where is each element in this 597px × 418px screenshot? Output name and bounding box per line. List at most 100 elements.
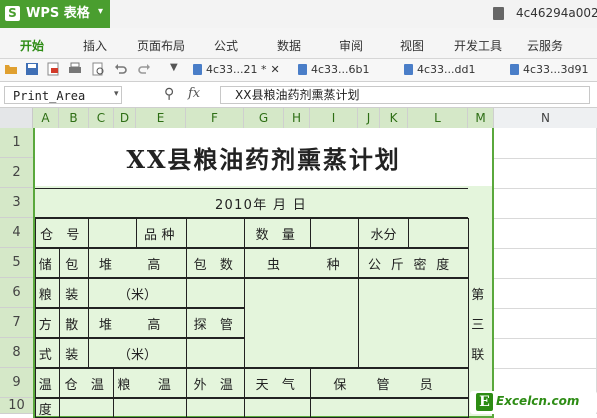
column-header[interactable]: D <box>114 108 136 128</box>
tab-doc-3[interactable]: 4c33...dd1 <box>404 61 476 78</box>
unit-meter-label[interactable]: （米） <box>88 338 187 368</box>
warehouse-no-label[interactable]: 仓 号 <box>35 218 89 248</box>
gridline <box>494 158 597 159</box>
open-folder-icon[interactable] <box>4 62 18 76</box>
menu-page-layout[interactable]: 页面布局 <box>137 37 185 54</box>
cell[interactable] <box>244 398 311 418</box>
probe-label[interactable]: 探 管 <box>186 308 245 338</box>
menu-data[interactable]: 数据 <box>277 37 301 54</box>
warehouse-temp-label[interactable]: 仓 温 <box>59 368 114 398</box>
row-header[interactable]: 6 <box>0 278 33 308</box>
select-all-corner[interactable] <box>0 108 33 128</box>
search-icon[interactable]: ⚲ <box>164 86 174 102</box>
column-header[interactable]: N <box>494 108 597 128</box>
sheet-title-cell[interactable]: XX县粮油药剂熏蒸计划 <box>35 128 492 186</box>
column-header[interactable]: J <box>358 108 380 128</box>
menu-developer[interactable]: 开发工具 <box>454 37 502 54</box>
menu-review[interactable]: 审阅 <box>339 37 363 54</box>
insect-species-label[interactable]: 虫种 <box>244 248 359 278</box>
bagged-label[interactable]: 包 <box>59 248 89 278</box>
export-pdf-icon[interactable] <box>46 62 60 76</box>
row-header[interactable]: 3 <box>0 188 33 218</box>
cell[interactable] <box>408 218 469 248</box>
density-cell[interactable] <box>358 278 469 368</box>
column-header[interactable]: E <box>136 108 186 128</box>
undo-icon[interactable] <box>114 62 128 76</box>
cell[interactable] <box>59 398 114 418</box>
cell[interactable] <box>186 398 245 418</box>
row-header[interactable]: 1 <box>0 128 33 158</box>
tab-doc-4[interactable]: 4c33...3d91 <box>510 61 589 78</box>
column-header[interactable]: L <box>408 108 468 128</box>
cell[interactable] <box>186 338 245 368</box>
density-label[interactable]: 公斤密度 <box>358 248 469 278</box>
chevron-down-icon[interactable]: ▾ <box>114 89 119 99</box>
row-header[interactable]: 7 <box>0 308 33 338</box>
row-header[interactable]: 4 <box>0 218 33 248</box>
gridline <box>494 338 597 339</box>
formula-input[interactable]: XX县粮油药剂熏蒸计划 <box>220 86 590 104</box>
column-header[interactable]: G <box>244 108 284 128</box>
quantity-label[interactable]: 数 量 <box>244 218 311 248</box>
cell[interactable] <box>310 218 359 248</box>
cell[interactable] <box>35 188 114 218</box>
column-header[interactable]: C <box>89 108 114 128</box>
menu-cloud[interactable]: 云服务 <box>527 37 563 54</box>
date-cell[interactable]: 2010年 月 日 <box>114 188 408 218</box>
bag-count-label[interactable]: 包 数 <box>186 248 245 278</box>
menu-formulas[interactable]: 公式 <box>214 37 238 54</box>
stack-height-label[interactable]: 堆 高 <box>88 248 187 278</box>
column-header[interactable]: B <box>59 108 89 128</box>
name-box[interactable]: Print_Area <box>4 86 122 104</box>
weather-label[interactable]: 天 气 <box>244 368 311 398</box>
cell[interactable] <box>113 398 187 418</box>
print-icon[interactable] <box>68 62 82 76</box>
redo-icon[interactable] <box>137 62 151 76</box>
column-header[interactable]: K <box>380 108 408 128</box>
unit-meter-label[interactable]: （米） <box>88 278 187 308</box>
storage-method-label[interactable]: 方 <box>35 308 60 338</box>
row-header[interactable]: 8 <box>0 338 33 368</box>
storage-method-label[interactable]: 式 <box>35 338 60 368</box>
wps-menu-button[interactable]: S WPS 表格 ▾ <box>0 0 110 28</box>
save-icon[interactable] <box>25 62 39 76</box>
row-header[interactable]: 2 <box>0 158 33 188</box>
storage-method-label[interactable]: 储 <box>35 248 60 278</box>
cell[interactable] <box>186 278 245 308</box>
custodian-label[interactable]: 保 管 员 <box>310 368 469 398</box>
temperature-label[interactable]: 温 <box>35 368 60 398</box>
cell[interactable] <box>186 218 245 248</box>
stack-height-label[interactable]: 堆 高 <box>88 308 187 338</box>
temperature-label[interactable]: 度 <box>35 398 60 418</box>
row-header[interactable]: 9 <box>0 368 33 398</box>
column-header[interactable]: M <box>468 108 494 128</box>
bulk-label[interactable]: 装 <box>59 338 89 368</box>
copy-label: 第 <box>471 287 489 303</box>
row-header[interactable]: 5 <box>0 248 33 278</box>
toolbar-more-icon[interactable]: ▼ <box>170 62 178 73</box>
menu-insert[interactable]: 插入 <box>83 37 107 54</box>
outside-temp-label[interactable]: 外 温 <box>186 368 245 398</box>
tab-doc-1[interactable]: 4c33...21 * ✕ <box>193 61 280 78</box>
grain-temp-label[interactable]: 粮 温 <box>113 368 187 398</box>
insect-species-cell[interactable] <box>244 278 359 368</box>
moisture-label[interactable]: 水分 <box>358 218 409 248</box>
row-header[interactable]: 10 <box>0 398 33 414</box>
column-header[interactable]: I <box>310 108 358 128</box>
column-header[interactable]: A <box>33 108 59 128</box>
column-header[interactable]: H <box>284 108 310 128</box>
fx-icon[interactable]: fx <box>188 86 200 101</box>
bagged-label[interactable]: 装 <box>59 278 89 308</box>
cell[interactable] <box>310 398 469 418</box>
close-icon[interactable]: ✕ <box>271 63 280 76</box>
column-header[interactable]: F <box>186 108 244 128</box>
bulk-label[interactable]: 散 <box>59 308 89 338</box>
cell[interactable] <box>408 188 468 218</box>
storage-method-label[interactable]: 粮 <box>35 278 60 308</box>
menu-view[interactable]: 视图 <box>400 37 424 54</box>
cell[interactable] <box>88 218 137 248</box>
variety-label[interactable]: 品种 <box>136 218 187 248</box>
print-preview-icon[interactable] <box>91 62 105 76</box>
menu-home[interactable]: 开始 <box>20 37 44 54</box>
tab-doc-2[interactable]: 4c33...6b1 <box>298 61 370 78</box>
